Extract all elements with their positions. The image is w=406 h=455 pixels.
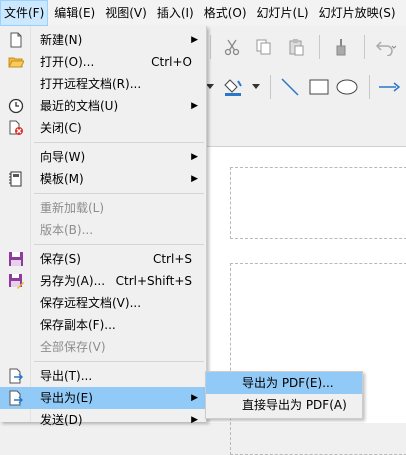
menu-edit[interactable]: 编辑(E) — [50, 0, 99, 26]
menu-separator — [34, 244, 204, 245]
fill-color-icon[interactable] — [223, 74, 246, 100]
menu-item-label: 模板(M) — [40, 172, 84, 186]
menu-item-save-remote[interactable]: 保存远程文档(V)... — [0, 292, 206, 314]
menu-item-wizard[interactable]: 向导(W) ▶ — [0, 146, 206, 168]
shortcut-label: Ctrl+S — [152, 252, 192, 266]
arrow-line-icon[interactable] — [377, 74, 400, 100]
submenu-arrow-icon: ▶ — [191, 101, 198, 111]
menu-item-label: 版本(B)... — [40, 223, 94, 237]
export-as-submenu: 导出为 PDF(E)... 直接导出为 PDF(A) — [205, 371, 363, 419]
dropdown-arrow-icon[interactable] — [206, 74, 215, 100]
undo-icon[interactable] — [373, 34, 399, 60]
new-document-icon — [8, 32, 24, 48]
menu-item-label: 保存副本(F)... — [40, 318, 116, 332]
submenu-arrow-icon: ▶ — [191, 174, 198, 184]
export-as-icon — [8, 390, 24, 406]
toolbar-separator — [368, 75, 370, 99]
menu-item-label: 向导(W) — [40, 150, 86, 164]
menu-separator — [34, 142, 204, 143]
file-menu: 新建(N) ▶ 打开(O)... Ctrl+O 打开远程文档(R)... 最近的… — [0, 26, 207, 427]
submenu-arrow-icon: ▶ — [191, 152, 198, 162]
menu-item-open[interactable]: 打开(O)... Ctrl+O — [0, 51, 206, 73]
menu-item-label: 新建(N) — [40, 33, 83, 47]
menu-item-label: 发送(D) — [40, 413, 83, 427]
save-icon — [8, 251, 24, 267]
content-placeholder[interactable] — [230, 263, 406, 455]
menu-view[interactable]: 视图(V) — [101, 0, 151, 26]
menu-separator — [34, 193, 204, 194]
menu-item-open-remote[interactable]: 打开远程文档(R)... — [0, 73, 206, 95]
shortcut-label: Ctrl+O — [151, 55, 192, 69]
menu-item-save-all: 全部保存(V) — [0, 336, 206, 358]
paste-icon[interactable] — [283, 34, 309, 60]
menu-bar: 文件(F) 编辑(E) 视图(V) 插入(I) 格式(O) 幻灯片(L) 幻灯片… — [0, 0, 406, 26]
menu-item-export-pdf[interactable]: 导出为 PDF(E)... — [206, 372, 362, 394]
clone-formatting-icon[interactable] — [328, 34, 354, 60]
toolbar-separator — [319, 35, 320, 59]
menu-file[interactable]: 文件(F) — [0, 0, 49, 26]
menu-separator — [34, 361, 204, 362]
close-document-icon — [8, 120, 24, 136]
menu-item-new[interactable]: 新建(N) ▶ — [0, 29, 206, 51]
copy-icon[interactable] — [251, 34, 277, 60]
menu-item-export-as[interactable]: 导出为(E) ▶ — [0, 387, 206, 409]
menu-item-label: 重新加载(L) — [40, 201, 105, 215]
submenu-arrow-icon: ▶ — [191, 35, 198, 45]
menu-item-label: 保存(S) — [40, 252, 81, 266]
menu-item-label: 全部保存(V) — [40, 340, 106, 354]
menu-item-label: 打开远程文档(R)... — [40, 77, 142, 91]
menu-item-export[interactable]: 导出(T)... — [0, 365, 206, 387]
menu-item-save-as[interactable]: 另存为(A)... Ctrl+Shift+S — [0, 270, 206, 292]
menu-item-recent[interactable]: 最近的文档(U) ▶ — [0, 95, 206, 117]
fill-dropdown-icon[interactable] — [251, 74, 260, 100]
menu-item-label: 保存远程文档(V)... — [40, 296, 142, 310]
ellipse-tool-icon[interactable] — [336, 74, 359, 100]
cut-icon[interactable] — [219, 34, 245, 60]
rectangle-tool-icon[interactable] — [307, 74, 330, 100]
template-icon — [8, 171, 24, 187]
menu-item-export-pdf-direct[interactable]: 直接导出为 PDF(A) — [206, 394, 362, 416]
toolbar-separator — [364, 35, 365, 59]
menu-insert[interactable]: 插入(I) — [153, 0, 198, 26]
menu-item-label: 另存为(A)... — [40, 274, 106, 288]
menu-item-send[interactable]: 发送(D) ▶ — [0, 409, 206, 431]
open-folder-icon — [8, 54, 25, 70]
submenu-arrow-icon: ▶ — [191, 393, 198, 403]
menu-slideshow[interactable]: 幻灯片放映(S) — [315, 0, 400, 26]
menu-format[interactable]: 格式(O) — [200, 0, 251, 26]
menu-item-label: 关闭(C) — [40, 121, 82, 135]
submenu-arrow-icon: ▶ — [191, 415, 198, 425]
menu-slide[interactable]: 幻灯片(L) — [253, 0, 313, 26]
menu-item-template[interactable]: 模板(M) ▶ — [0, 168, 206, 190]
menu-item-reload: 重新加载(L) — [0, 197, 206, 219]
standard-toolbar — [206, 28, 406, 66]
drawing-toolbar — [206, 68, 406, 106]
menu-item-label: 最近的文档(U) — [40, 99, 119, 113]
clock-icon — [8, 98, 24, 114]
shortcut-label: Ctrl+Shift+S — [115, 274, 192, 288]
menu-item-label: 导出为(E) — [40, 391, 93, 405]
menu-item-label: 打开(O)... — [40, 55, 95, 69]
menu-item-close[interactable]: 关闭(C) — [0, 117, 206, 139]
menu-item-save[interactable]: 保存(S) Ctrl+S — [0, 248, 206, 270]
toolbar-separator — [210, 35, 211, 59]
menu-item-label: 导出(T)... — [40, 369, 93, 383]
save-as-icon — [8, 273, 24, 289]
menu-item-save-copy[interactable]: 保存副本(F)... — [0, 314, 206, 336]
toolbar-separator — [269, 75, 271, 99]
export-icon — [8, 368, 24, 384]
menu-item-versions: 版本(B)... — [0, 219, 206, 241]
line-tool-icon[interactable] — [279, 74, 302, 100]
title-placeholder[interactable] — [230, 167, 406, 239]
